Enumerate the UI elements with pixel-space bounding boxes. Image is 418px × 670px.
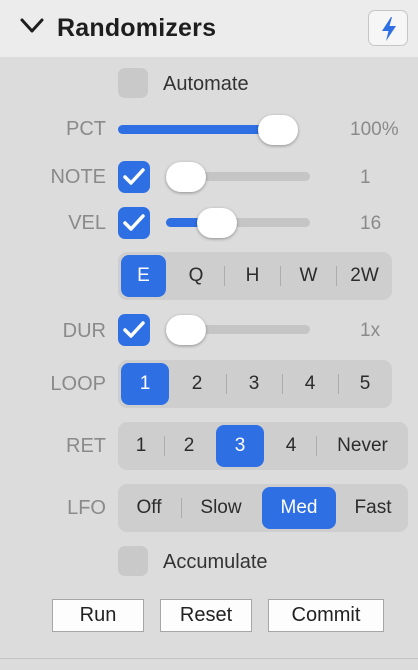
length-option-w[interactable]: W <box>281 252 336 300</box>
ret-option-never[interactable]: Never <box>317 422 408 470</box>
dur-label: DUR <box>62 320 106 342</box>
loop-segmented-control: 1 2 3 4 5 <box>118 360 392 408</box>
loop-label: LOOP <box>50 373 106 395</box>
panel-header: Randomizers <box>0 0 418 57</box>
length-option-q[interactable]: Q <box>168 252 224 300</box>
dur-slider-knob[interactable] <box>166 315 206 345</box>
note-label: NOTE <box>50 166 106 188</box>
ret-option-3[interactable]: 3 <box>216 425 264 467</box>
commit-button[interactable]: Commit <box>268 599 384 632</box>
lfo-option-slow[interactable]: Slow <box>182 484 260 532</box>
loop-option-2[interactable]: 2 <box>170 360 224 408</box>
length-option-e[interactable]: E <box>121 255 166 297</box>
accumulate-checkbox[interactable] <box>118 546 148 576</box>
vel-value: 16 <box>360 213 382 234</box>
loop-option-5[interactable]: 5 <box>338 360 392 408</box>
divider <box>0 658 418 659</box>
lfo-option-fast[interactable]: Fast <box>338 484 408 532</box>
lfo-option-off[interactable]: Off <box>118 484 180 532</box>
lfo-option-med[interactable]: Med <box>262 487 336 529</box>
vel-checkbox[interactable] <box>118 207 150 239</box>
lfo-label: LFO <box>67 497 106 519</box>
checkmark-icon <box>123 168 145 185</box>
loop-option-1[interactable]: 1 <box>121 363 169 405</box>
lfo-segmented-control: Off Slow Med Fast <box>118 484 408 532</box>
checkmark-icon <box>123 321 145 338</box>
panel-title: Randomizers <box>57 14 217 42</box>
pct-slider-knob[interactable] <box>258 115 298 145</box>
chevron-down-icon[interactable] <box>20 18 44 39</box>
note-checkbox[interactable] <box>118 161 150 193</box>
dur-value: 1x <box>360 320 381 341</box>
note-slider-knob[interactable] <box>166 162 206 192</box>
loop-option-4[interactable]: 4 <box>282 360 338 408</box>
lightning-button[interactable] <box>368 10 408 46</box>
dur-checkbox[interactable] <box>118 314 150 346</box>
length-option-2w[interactable]: 2W <box>337 252 392 300</box>
automate-checkbox[interactable] <box>118 68 148 98</box>
length-segmented-control: E Q H W 2W <box>118 252 392 300</box>
ret-label: RET <box>66 435 106 457</box>
automate-label: Automate <box>163 73 249 95</box>
accumulate-label: Accumulate <box>163 551 268 573</box>
note-value: 1 <box>360 167 371 188</box>
vel-label: VEL <box>68 212 106 234</box>
pct-slider-fill <box>118 125 278 134</box>
pct-value: 100% <box>350 119 399 140</box>
reset-button[interactable]: Reset <box>160 599 252 632</box>
ret-option-1[interactable]: 1 <box>118 422 164 470</box>
ret-option-4[interactable]: 4 <box>266 422 316 470</box>
run-button[interactable]: Run <box>52 599 144 632</box>
ret-option-2[interactable]: 2 <box>164 422 214 470</box>
checkmark-icon <box>123 214 145 231</box>
loop-option-3[interactable]: 3 <box>226 360 282 408</box>
vel-slider-knob[interactable] <box>197 208 238 238</box>
ret-segmented-control: 1 2 3 4 Never <box>118 422 408 470</box>
pct-label: PCT <box>66 118 106 140</box>
vel-slider-track[interactable] <box>166 218 310 227</box>
lightning-icon <box>382 17 396 41</box>
length-option-h[interactable]: H <box>225 252 280 300</box>
